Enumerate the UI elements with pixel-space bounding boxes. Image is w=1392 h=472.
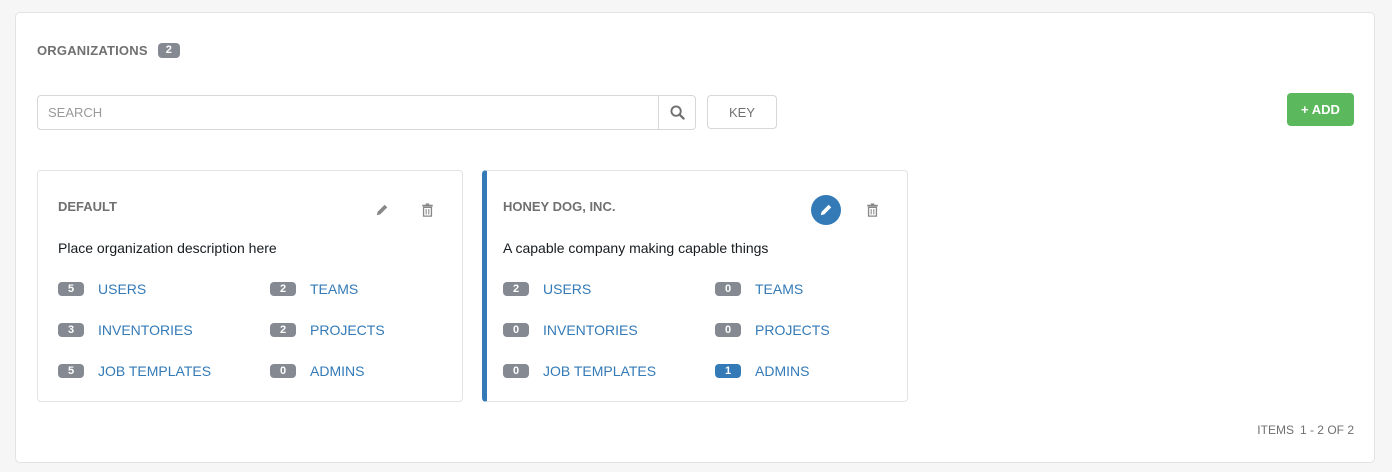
link-label[interactable]: USERS: [543, 281, 591, 297]
link-projects[interactable]: 0 PROJECTS: [715, 322, 830, 338]
link-label[interactable]: USERS: [98, 281, 146, 297]
search-icon: [669, 105, 685, 120]
pagination-range: 1 - 2 OF 2: [1299, 423, 1354, 437]
link-admins[interactable]: 0 ADMINS: [270, 363, 364, 379]
count-badge: 0: [503, 364, 529, 378]
delete-button[interactable]: [857, 195, 887, 225]
organization-description: A capable company making capable things: [503, 240, 769, 256]
key-button[interactable]: KEY: [707, 95, 777, 129]
link-label[interactable]: TEAMS: [310, 281, 358, 297]
count-badge: 2: [270, 323, 296, 337]
link-admins[interactable]: 1 ADMINS: [715, 363, 809, 379]
edit-button[interactable]: [367, 195, 397, 225]
link-users[interactable]: 2 USERS: [503, 281, 591, 297]
link-label[interactable]: PROJECTS: [310, 322, 385, 338]
link-label[interactable]: INVENTORIES: [543, 322, 638, 338]
organization-description: Place organization description here: [58, 240, 277, 256]
link-users[interactable]: 5 USERS: [58, 281, 146, 297]
count-badge: 0: [270, 364, 296, 378]
organization-card-default: DEFAULT Place organization description h…: [37, 170, 463, 402]
link-label[interactable]: INVENTORIES: [98, 322, 193, 338]
pencil-icon: [820, 204, 832, 216]
count-badge: 5: [58, 282, 84, 296]
trash-icon: [421, 203, 433, 217]
search-bar: [37, 95, 696, 130]
link-label[interactable]: TEAMS: [755, 281, 803, 297]
search-input[interactable]: [38, 96, 658, 129]
delete-button[interactable]: [412, 195, 442, 225]
organization-name: HONEY DOG, INC.: [503, 199, 616, 214]
organizations-panel: ORGANIZATIONS 2 KEY + ADD DEFAULT: [15, 12, 1375, 463]
link-inventories[interactable]: 3 INVENTORIES: [58, 322, 193, 338]
pagination-info: ITEMS 1 - 2 OF 2: [1257, 423, 1354, 437]
count-badge: 3: [58, 323, 84, 337]
panel-header: ORGANIZATIONS 2: [37, 43, 180, 58]
link-label[interactable]: ADMINS: [755, 363, 809, 379]
count-badge: 2: [270, 282, 296, 296]
pagination-label: ITEMS: [1257, 423, 1294, 437]
link-label[interactable]: PROJECTS: [755, 322, 830, 338]
count-badge: 2: [157, 43, 180, 58]
organization-card-honey-dog: HONEY DOG, INC. A capable company making…: [482, 170, 908, 402]
link-label[interactable]: JOB TEMPLATES: [98, 363, 211, 379]
add-button[interactable]: + ADD: [1287, 93, 1354, 126]
search-button[interactable]: [658, 96, 695, 129]
link-job-templates[interactable]: 5 JOB TEMPLATES: [58, 363, 211, 379]
count-badge: 2: [503, 282, 529, 296]
link-label[interactable]: JOB TEMPLATES: [543, 363, 656, 379]
link-label[interactable]: ADMINS: [310, 363, 364, 379]
count-badge: 5: [58, 364, 84, 378]
link-inventories[interactable]: 0 INVENTORIES: [503, 322, 638, 338]
edit-button[interactable]: [811, 195, 841, 225]
link-job-templates[interactable]: 0 JOB TEMPLATES: [503, 363, 656, 379]
organization-name: DEFAULT: [58, 199, 117, 214]
count-badge: 0: [715, 323, 741, 337]
count-badge: 0: [715, 282, 741, 296]
link-teams[interactable]: 0 TEAMS: [715, 281, 803, 297]
pencil-icon: [376, 204, 388, 216]
page-title: ORGANIZATIONS: [37, 43, 148, 58]
count-badge: 0: [503, 323, 529, 337]
count-badge: 1: [715, 364, 741, 378]
link-projects[interactable]: 2 PROJECTS: [270, 322, 385, 338]
trash-icon: [866, 203, 878, 217]
link-teams[interactable]: 2 TEAMS: [270, 281, 358, 297]
